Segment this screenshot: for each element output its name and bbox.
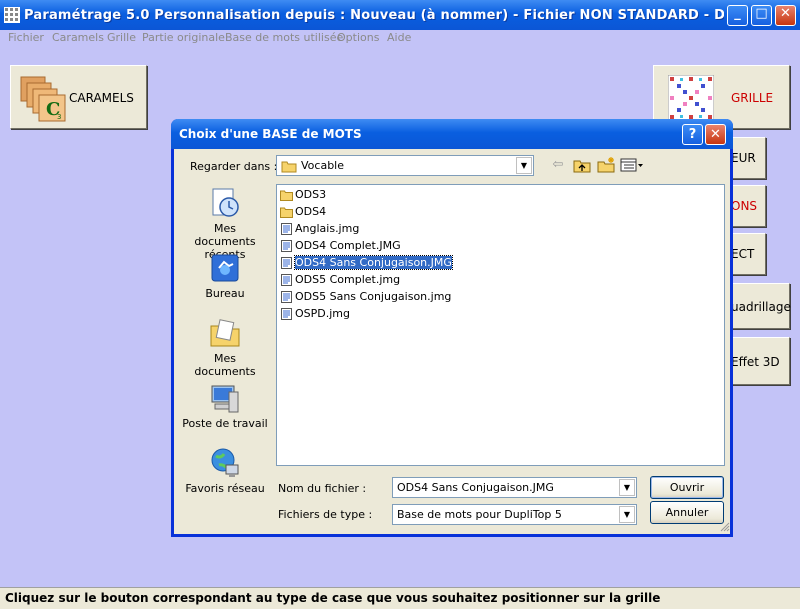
window-title: Paramétrage 5.0 Personnalisation depuis …: [24, 8, 724, 23]
look-in-value: Vocable: [301, 159, 344, 172]
place-network-label: Favoris réseau: [185, 482, 265, 495]
eur-label: EUR: [731, 151, 756, 165]
caramels-label: CARAMELS: [69, 91, 134, 105]
filename-value: ODS4 Sans Conjugaison.JMG: [397, 481, 554, 494]
dialog-title: Choix d'une BASE de MOTS: [179, 127, 362, 141]
my-computer-icon: [211, 385, 239, 413]
list-item[interactable]: ODS3: [280, 187, 326, 203]
app-grid-icon[interactable]: [4, 7, 20, 23]
menu-fichier[interactable]: Fichier: [8, 31, 44, 44]
file-name: ODS4 Complet.JMG: [295, 239, 401, 252]
up-folder-icon[interactable]: [572, 156, 592, 174]
place-computer[interactable]: Poste de travail: [182, 382, 268, 430]
close-button[interactable]: ✕: [775, 5, 796, 26]
filename-input[interactable]: ODS4 Sans Conjugaison.JMG ▼: [392, 477, 637, 498]
place-recent[interactable]: Mes documents récents: [182, 187, 268, 261]
filename-label: Nom du fichier :: [278, 482, 367, 495]
svg-text:3: 3: [57, 113, 61, 121]
dialog-close-button[interactable]: ✕: [705, 124, 726, 145]
chevron-down-icon[interactable]: ▼: [619, 506, 635, 523]
network-icon: [211, 448, 239, 477]
quadrillage-label: uadrillage: [731, 300, 791, 314]
folder-icon: [280, 190, 293, 201]
menu-bar: Fichier Caramels Grille Partie originale…: [0, 30, 800, 48]
help-button[interactable]: ?: [682, 124, 703, 145]
file-name: ODS4 Sans Conjugaison.JMG: [294, 255, 453, 270]
grille-label: GRILLE: [731, 91, 774, 105]
place-documents[interactable]: Mes documents: [182, 317, 268, 378]
ect-label: ECT: [731, 247, 755, 261]
file-list[interactable]: ODS3 ODS4 Anglais.jmg ODS4 Complet.JMG O…: [276, 184, 725, 466]
place-network[interactable]: Favoris réseau: [182, 447, 268, 495]
menu-aide[interactable]: Aide: [387, 31, 411, 44]
filetype-label: Fichiers de type :: [278, 508, 373, 521]
recent-documents-icon: [212, 188, 239, 217]
place-documents-label: Mes documents: [194, 352, 256, 378]
look-in-label: Regarder dans :: [190, 160, 278, 173]
open-button[interactable]: Ouvrir: [650, 476, 724, 499]
list-item[interactable]: ODS5 Complet.jmg: [280, 272, 400, 288]
menu-partie-originale[interactable]: Partie originale: [142, 31, 225, 44]
cancel-button[interactable]: Annuler: [650, 501, 724, 524]
dialog-titlebar[interactable]: Choix d'une BASE de MOTS ? ✕: [171, 119, 733, 149]
chevron-down-icon[interactable]: ▼: [619, 479, 635, 496]
file-name: ODS5 Complet.jmg: [295, 273, 401, 286]
list-item[interactable]: Anglais.jmg: [280, 221, 359, 237]
ons-label: ONS: [731, 199, 758, 213]
place-desktop[interactable]: Bureau: [182, 252, 268, 300]
list-item[interactable]: ODS5 Sans Conjugaison.jmg: [280, 289, 451, 305]
menu-grille[interactable]: Grille: [107, 31, 136, 44]
grid-board-icon: [668, 75, 714, 121]
menu-base-de-mots[interactable]: Base de mots utilisée: [225, 31, 343, 44]
file-name: ODS4: [295, 205, 327, 218]
list-item[interactable]: ODS4 Complet.JMG: [280, 238, 401, 254]
chevron-down-icon[interactable]: ▼: [516, 157, 532, 174]
caramels-tiles-icon: C 3: [20, 76, 66, 122]
filetype-select[interactable]: Base de mots pour DupliTop 5 ▼: [392, 504, 637, 525]
status-text: Cliquez sur le bouton correspondant au t…: [5, 591, 661, 605]
minimize-button[interactable]: _: [727, 5, 748, 26]
maximize-button[interactable]: □: [751, 5, 772, 26]
folder-icon: [281, 161, 297, 173]
file-icon: [281, 291, 292, 303]
file-icon: [281, 240, 292, 252]
folder-icon: [280, 207, 293, 218]
list-item[interactable]: OSPD.jmg: [280, 306, 350, 322]
list-item[interactable]: ODS4: [280, 204, 326, 220]
view-menu-icon[interactable]: [620, 156, 644, 174]
look-in-combo[interactable]: Vocable ▼: [276, 155, 534, 176]
my-documents-icon: [210, 319, 240, 347]
open-dialog: Choix d'une BASE de MOTS ? ✕ Regarder da…: [171, 119, 733, 537]
file-icon: [281, 274, 292, 286]
file-icon: [281, 257, 292, 269]
desktop-icon: [211, 254, 239, 282]
menu-options[interactable]: Options: [337, 31, 379, 44]
caramels-button[interactable]: C 3 CARAMELS: [10, 65, 147, 129]
status-bar: Cliquez sur le bouton correspondant au t…: [0, 587, 800, 609]
file-icon: [281, 308, 292, 320]
file-icon: [281, 223, 292, 235]
filetype-value: Base de mots pour DupliTop 5: [397, 508, 562, 521]
file-name: OSPD.jmg: [295, 307, 350, 320]
effet3d-label: Effet 3D: [731, 355, 780, 369]
place-computer-label: Poste de travail: [182, 417, 268, 430]
menu-caramels[interactable]: Caramels: [52, 31, 104, 44]
new-folder-icon[interactable]: [596, 156, 616, 174]
list-item-selected[interactable]: ODS4 Sans Conjugaison.JMG: [280, 255, 453, 271]
back-icon[interactable]: ⇦: [548, 156, 568, 174]
place-desktop-label: Bureau: [205, 287, 245, 300]
main-titlebar[interactable]: Paramétrage 5.0 Personnalisation depuis …: [0, 0, 800, 30]
file-name: ODS3: [295, 188, 327, 201]
resize-grip-icon[interactable]: [720, 522, 730, 532]
file-name: Anglais.jmg: [295, 222, 360, 235]
file-name: ODS5 Sans Conjugaison.jmg: [295, 290, 452, 303]
